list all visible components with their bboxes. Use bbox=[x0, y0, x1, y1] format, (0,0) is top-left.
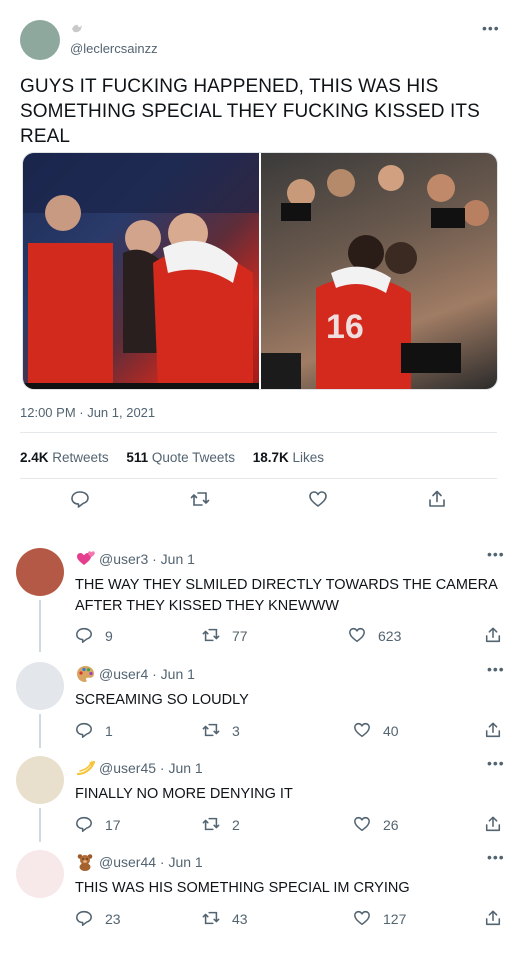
reply-avatar[interactable] bbox=[16, 756, 64, 804]
reply-icon[interactable] bbox=[75, 815, 93, 833]
retweet-icon[interactable] bbox=[201, 626, 221, 644]
like-count: 40 bbox=[383, 723, 399, 739]
reply-meta: @user4 · Jun 1 bbox=[99, 666, 195, 682]
share-icon[interactable] bbox=[484, 626, 502, 644]
more-options-icon[interactable]: ••• bbox=[487, 756, 505, 770]
reply-avatar[interactable] bbox=[16, 548, 64, 596]
like-count: 623 bbox=[378, 628, 402, 644]
retweet-count: 3 bbox=[232, 723, 240, 739]
palette-icon bbox=[76, 665, 95, 683]
more-options-icon[interactable]: ••• bbox=[487, 662, 505, 676]
tweet-timestamp[interactable]: 12:00 PM · Jun 1, 2021 bbox=[20, 405, 155, 420]
reply-count: 17 bbox=[105, 817, 121, 833]
hearts-icon bbox=[76, 550, 96, 568]
divider bbox=[20, 478, 497, 479]
divider bbox=[20, 432, 497, 433]
retweet-count: 43 bbox=[232, 911, 248, 927]
dove-icon bbox=[70, 22, 84, 36]
retweet-icon[interactable] bbox=[201, 721, 221, 739]
reply-date[interactable]: · Jun 1 bbox=[152, 666, 195, 682]
reply-text: AFTER THEY KISSED THEY KNEWWW bbox=[75, 598, 339, 614]
reply-text: SCREAMING SO LOUDLY bbox=[75, 692, 249, 708]
reply-handle[interactable]: @user3 bbox=[99, 551, 148, 567]
reply-count: 9 bbox=[105, 628, 113, 644]
tweet-text-line-2: SOMETHING SPECIAL THEY FUCKING KISSED IT… bbox=[20, 101, 480, 122]
like-icon[interactable] bbox=[353, 815, 371, 833]
reply-icon[interactable] bbox=[75, 909, 93, 927]
thread-line bbox=[39, 714, 41, 748]
reply-meta: @user3 · Jun 1 bbox=[99, 551, 195, 567]
share-icon[interactable] bbox=[484, 815, 502, 833]
likes-stat[interactable]: 18.7K Likes bbox=[253, 450, 324, 465]
tweet-stats: 2.4K Retweets 511 Quote Tweets 18.7K Lik… bbox=[20, 450, 324, 465]
svg-text:16: 16 bbox=[326, 308, 364, 346]
thread-line bbox=[39, 600, 41, 652]
reply-handle[interactable]: @user44 bbox=[99, 854, 156, 870]
dizzy-icon bbox=[76, 759, 96, 777]
reply-action-bar: 9 77 623 bbox=[75, 626, 505, 646]
retweets-stat[interactable]: 2.4K Retweets bbox=[20, 450, 109, 465]
reply-avatar[interactable] bbox=[16, 662, 64, 710]
author-handle[interactable]: @leclercsainzz bbox=[70, 41, 158, 56]
reply-count: 23 bbox=[105, 911, 121, 927]
retweet-icon[interactable] bbox=[201, 909, 221, 927]
like-icon[interactable] bbox=[308, 489, 328, 509]
reply-text: THE WAY THEY SLMILED DIRECTLY TOWARDS TH… bbox=[75, 577, 498, 593]
like-icon[interactable] bbox=[348, 626, 366, 644]
tweet-text-line-3: REAL bbox=[20, 126, 71, 147]
share-icon[interactable] bbox=[484, 909, 502, 927]
reply-text: FINALLY NO MORE DENYING IT bbox=[75, 786, 293, 802]
media-container[interactable]: 16 bbox=[22, 152, 498, 390]
like-count: 127 bbox=[383, 911, 407, 927]
reply-action-bar: 1 3 40 bbox=[75, 721, 505, 741]
reply-action-bar: 23 43 127 bbox=[75, 909, 505, 929]
reply-date[interactable]: · Jun 1 bbox=[152, 551, 195, 567]
reply-date[interactable]: · Jun 1 bbox=[160, 854, 203, 870]
reply-action-bar: 17 2 26 bbox=[75, 815, 505, 835]
reply-count: 1 bbox=[105, 723, 113, 739]
retweet-count: 77 bbox=[232, 628, 248, 644]
like-icon[interactable] bbox=[353, 909, 371, 927]
reply-icon[interactable] bbox=[75, 626, 93, 644]
thread-line bbox=[39, 808, 41, 842]
more-options-icon[interactable]: ••• bbox=[482, 21, 500, 35]
like-count: 26 bbox=[383, 817, 399, 833]
reply-avatar[interactable] bbox=[16, 850, 64, 898]
photo-left[interactable] bbox=[23, 153, 259, 389]
retweet-count: 2 bbox=[232, 817, 240, 833]
reply-handle[interactable]: @user45 bbox=[99, 760, 156, 776]
photo-right[interactable]: 16 bbox=[261, 153, 497, 389]
reply-icon[interactable] bbox=[70, 489, 90, 509]
reply-handle[interactable]: @user4 bbox=[99, 666, 148, 682]
reply-icon[interactable] bbox=[75, 721, 93, 739]
share-icon[interactable] bbox=[427, 489, 447, 509]
retweet-icon[interactable] bbox=[201, 815, 221, 833]
reply-text: THIS WAS HIS SOMETHING SPECIAL IM CRYING bbox=[75, 880, 410, 896]
author-avatar[interactable] bbox=[20, 20, 60, 60]
more-options-icon[interactable]: ••• bbox=[487, 850, 505, 864]
reply-meta: @user44 · Jun 1 bbox=[99, 854, 203, 870]
retweet-icon[interactable] bbox=[189, 489, 211, 509]
share-icon[interactable] bbox=[484, 721, 502, 739]
quote-tweets-stat[interactable]: 511 Quote Tweets bbox=[126, 450, 235, 465]
reply-meta: @user45 · Jun 1 bbox=[99, 760, 203, 776]
reply-date[interactable]: · Jun 1 bbox=[160, 760, 203, 776]
tweet-text-line-1: GUYS IT FUCKING HAPPENED, THIS WAS HIS bbox=[20, 76, 439, 97]
more-options-icon[interactable]: ••• bbox=[487, 547, 505, 561]
like-icon[interactable] bbox=[353, 721, 371, 739]
teddy-bear-icon bbox=[76, 853, 94, 871]
